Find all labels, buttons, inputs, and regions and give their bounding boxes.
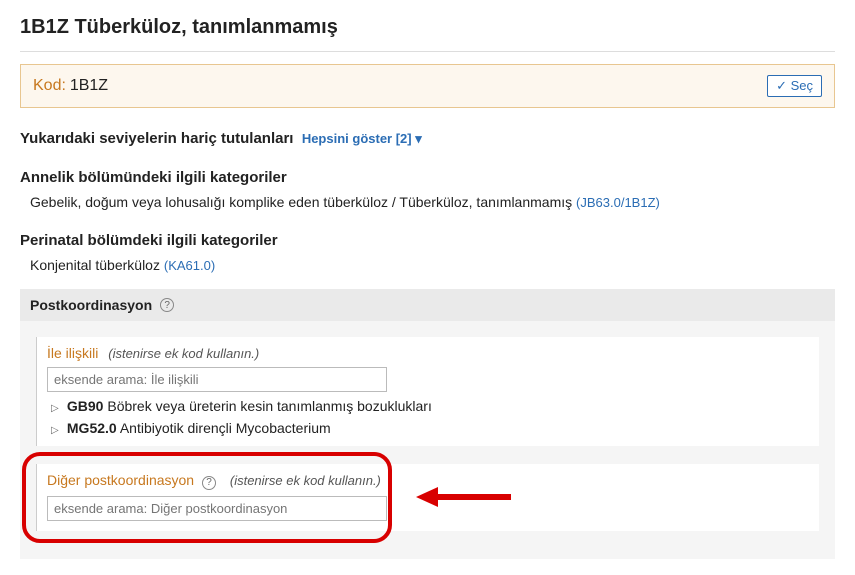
perinatal-text: Konjenital tüberküloz	[30, 257, 160, 273]
help-icon[interactable]: ?	[202, 476, 216, 490]
maternal-text: Gebelik, doğum veya lohusalığı komplike …	[30, 194, 572, 210]
expand-icon[interactable]: ▷	[51, 403, 63, 414]
other-hint: (istenirse ek kod kullanın.)	[230, 473, 381, 488]
show-all-link[interactable]: Hepsini göster [2] ▾	[302, 131, 422, 146]
associated-block: İle ilişkili (istenirse ek kod kullanın.…	[36, 337, 819, 446]
other-title: Diğer postkoordinasyon	[47, 472, 194, 488]
list-item: ▷ GB90 Böbrek veya üreterin kesin tanıml…	[51, 398, 809, 414]
perinatal-link[interactable]: (KA61.0)	[164, 258, 215, 273]
perinatal-row: Konjenital tüberküloz (KA61.0)	[30, 257, 835, 273]
list-item: ▷ MG52.0 Antibiyotik dirençli Mycobacter…	[51, 420, 809, 436]
code-value: 1B1Z	[70, 77, 108, 94]
code-label: Kod:	[33, 77, 66, 94]
associated-search-input[interactable]	[47, 367, 387, 392]
maternal-header: Annelik bölümündeki ilgili kategoriler	[20, 169, 835, 186]
divider	[20, 51, 835, 52]
associated-hint: (istenirse ek kod kullanın.)	[108, 346, 259, 361]
page-title: 1B1Z Tüberküloz, tanımlanmamış	[20, 16, 835, 39]
help-icon[interactable]: ?	[160, 298, 174, 312]
maternal-link[interactable]: (JB63.0/1B1Z)	[576, 195, 660, 210]
associated-title: İle ilişkili	[47, 345, 98, 361]
exclusions-header: Yukarıdaki seviyelerin hariç tutulanları…	[20, 130, 835, 147]
code-bar: Kod: 1B1Z ✓ Seç	[20, 64, 835, 108]
postcoord-header: Postkoordinasyon ?	[20, 289, 835, 321]
maternal-row: Gebelik, doğum veya lohusalığı komplike …	[30, 194, 835, 210]
other-postcoord-block: Diğer postkoordinasyon ? (istenirse ek k…	[36, 464, 819, 531]
select-button[interactable]: ✓ Seç	[767, 75, 822, 97]
item-text[interactable]: Antibiyotik dirençli Mycobacterium	[120, 420, 331, 436]
item-text[interactable]: Böbrek veya üreterin kesin tanımlanmış b…	[107, 398, 431, 414]
postcoord-body: İle ilişkili (istenirse ek kod kullanın.…	[20, 321, 835, 559]
postcoord-header-label: Postkoordinasyon	[30, 297, 152, 313]
exclusions-label: Yukarıdaki seviyelerin hariç tutulanları	[20, 130, 293, 147]
perinatal-header: Perinatal bölümdeki ilgili kategoriler	[20, 232, 835, 249]
item-code[interactable]: MG52.0	[67, 420, 117, 436]
other-search-input[interactable]	[47, 496, 387, 521]
item-code[interactable]: GB90	[67, 398, 104, 414]
expand-icon[interactable]: ▷	[51, 425, 63, 436]
